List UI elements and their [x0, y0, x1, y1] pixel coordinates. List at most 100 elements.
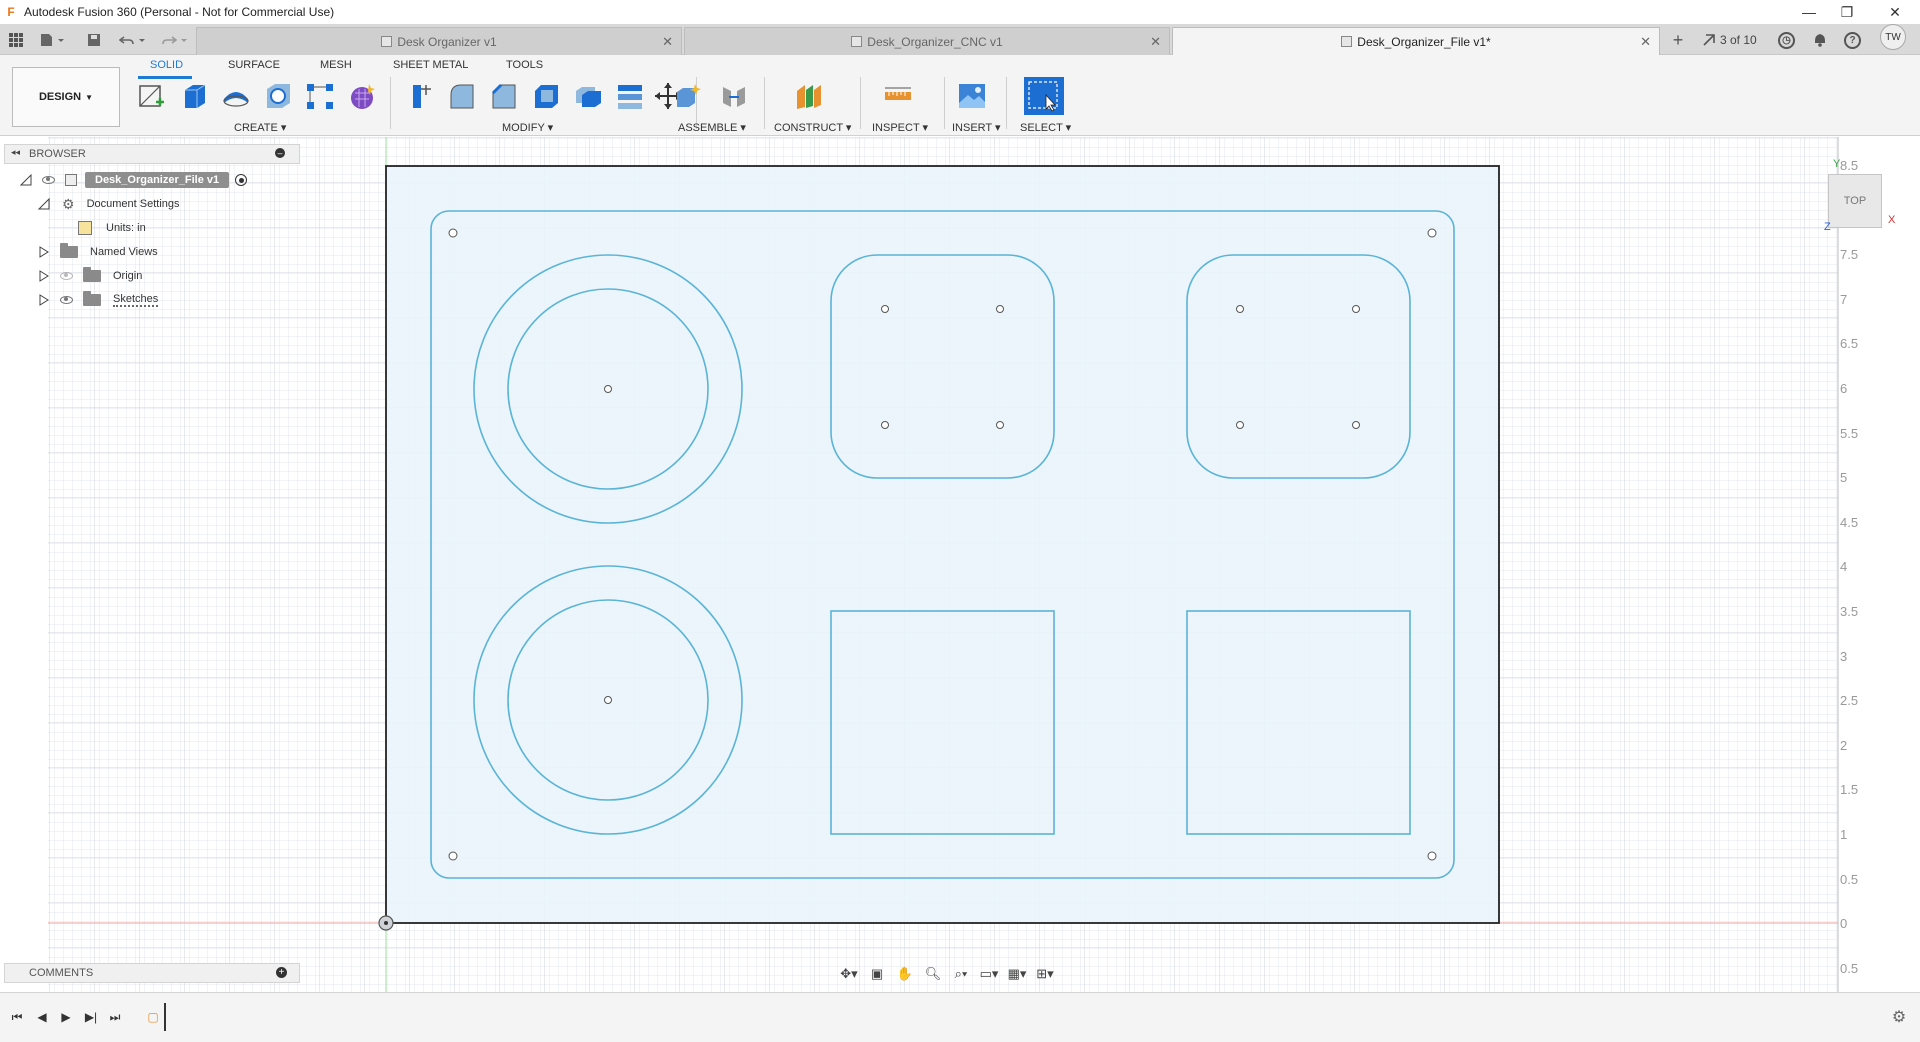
- go-to-end-icon[interactable]: ⏭: [106, 1008, 124, 1026]
- timeline-settings-gear-icon[interactable]: ⚙: [1890, 1008, 1908, 1026]
- visibility-eye-icon[interactable]: [42, 176, 55, 184]
- notifications-bell-icon[interactable]: [1812, 30, 1828, 50]
- step-back-icon[interactable]: ◀: [33, 1008, 51, 1026]
- job-status[interactable]: 3 of 10: [1702, 30, 1757, 50]
- orbit-icon[interactable]: ✥▾: [838, 964, 860, 984]
- combine-tool[interactable]: [572, 79, 604, 113]
- sketch-point[interactable]: [996, 421, 1004, 429]
- browser-item-origin[interactable]: Origin: [38, 266, 142, 286]
- create-form-tool[interactable]: [346, 79, 378, 113]
- tab-close-icon[interactable]: ✕: [1640, 34, 1651, 50]
- hole-tool[interactable]: [262, 79, 294, 113]
- shell-tool[interactable]: [530, 79, 562, 113]
- inspect-menu[interactable]: INSPECT ▾: [872, 121, 928, 134]
- tab-solid[interactable]: SOLID: [150, 59, 183, 71]
- display-settings-icon[interactable]: ▭▾: [978, 964, 1000, 984]
- browser-item-named-views[interactable]: Named Views: [38, 242, 158, 262]
- tab-surface[interactable]: SURFACE: [228, 59, 280, 71]
- revolve-tool[interactable]: [220, 79, 252, 113]
- comments-panel[interactable]: COMMENTS +: [4, 963, 300, 983]
- joint-tool[interactable]: [718, 79, 750, 113]
- workspace-switcher[interactable]: DESIGN ▼: [12, 67, 120, 127]
- help-icon[interactable]: ?: [1844, 30, 1861, 50]
- sketch-point[interactable]: [881, 421, 889, 429]
- tab-close-icon[interactable]: ✕: [1150, 34, 1161, 50]
- save-icon[interactable]: [84, 30, 104, 50]
- step-forward-icon[interactable]: ▶|: [82, 1008, 100, 1026]
- tab-tools[interactable]: TOOLS: [506, 59, 543, 71]
- chamfer-tool[interactable]: [488, 79, 520, 113]
- close-window-button[interactable]: ✕: [1872, 0, 1918, 24]
- online-status-icon[interactable]: ◷: [1778, 30, 1795, 50]
- corner-hole[interactable]: [1427, 228, 1437, 238]
- go-to-start-icon[interactable]: ⏮: [8, 1008, 26, 1026]
- tab-close-icon[interactable]: ✕: [662, 34, 673, 50]
- rectangular-pattern-tool[interactable]: [304, 79, 336, 113]
- insert-menu[interactable]: INSERT ▾: [952, 121, 1001, 134]
- activate-radio-icon[interactable]: [235, 174, 248, 186]
- expand-triangle-icon[interactable]: [38, 198, 50, 210]
- sketch-point[interactable]: [1236, 305, 1244, 313]
- browser-item-sketches[interactable]: Sketches: [38, 290, 159, 310]
- fillet-tool[interactable]: [446, 79, 478, 113]
- fit-zoom-icon[interactable]: ⌕▾: [950, 964, 972, 984]
- add-comment-icon[interactable]: +: [276, 967, 287, 978]
- expand-triangle-icon[interactable]: [38, 246, 50, 258]
- root-component-label[interactable]: Desk_Organizer_File v1: [85, 172, 230, 188]
- new-component-tool[interactable]: [672, 79, 704, 113]
- pan-hand-icon[interactable]: ✋: [894, 964, 916, 984]
- user-avatar[interactable]: TW: [1880, 24, 1906, 50]
- modify-menu[interactable]: MODIFY ▾: [502, 121, 553, 134]
- file-menu-icon[interactable]: [36, 30, 70, 50]
- collapse-panel-icon[interactable]: ◂◂: [11, 147, 20, 158]
- center-point[interactable]: [604, 385, 612, 393]
- tab-desk-organizer-cnc[interactable]: Desk_Organizer_CNC v1 ✕: [684, 27, 1170, 55]
- visibility-eye-icon[interactable]: [60, 296, 73, 304]
- viewports-icon[interactable]: ⊞▾: [1034, 964, 1056, 984]
- sketch-point[interactable]: [881, 305, 889, 313]
- measure-tool[interactable]: [882, 79, 914, 113]
- expand-triangle-icon[interactable]: [38, 294, 50, 306]
- maximize-button[interactable]: ❐: [1824, 0, 1870, 24]
- press-pull-tool[interactable]: [404, 79, 436, 113]
- sketch-feature-icon[interactable]: ▢: [144, 1008, 162, 1026]
- corner-hole[interactable]: [1427, 851, 1437, 861]
- tab-mesh[interactable]: MESH: [320, 59, 352, 71]
- sketch-point[interactable]: [996, 305, 1004, 313]
- timeline-marker[interactable]: [164, 1003, 166, 1031]
- create-menu[interactable]: CREATE ▾: [234, 121, 286, 134]
- tab-sheet-metal[interactable]: SHEET METAL: [393, 59, 468, 71]
- sketch-point[interactable]: [1352, 305, 1360, 313]
- zoom-icon[interactable]: 🔍︎: [922, 964, 944, 984]
- pin-panel-icon[interactable]: –: [275, 148, 285, 158]
- new-tab-button[interactable]: +: [1666, 30, 1690, 50]
- sketch-point[interactable]: [1236, 421, 1244, 429]
- sketch-point[interactable]: [1352, 421, 1360, 429]
- expand-triangle-icon[interactable]: [20, 174, 32, 186]
- align-tool[interactable]: [614, 79, 646, 113]
- browser-root[interactable]: Desk_Organizer_File v1: [20, 170, 248, 190]
- corner-hole[interactable]: [448, 851, 458, 861]
- browser-header[interactable]: ◂◂ BROWSER –: [4, 144, 300, 164]
- stock-plate[interactable]: [385, 165, 1500, 924]
- offset-plane-tool[interactable]: [792, 79, 824, 113]
- play-icon[interactable]: ▶: [57, 1008, 75, 1026]
- look-at-icon[interactable]: ▣: [866, 964, 888, 984]
- visibility-eye-icon[interactable]: [60, 272, 73, 280]
- select-menu[interactable]: SELECT ▾: [1020, 121, 1071, 134]
- insert-canvas-tool[interactable]: [956, 79, 988, 113]
- create-sketch-tool[interactable]: [136, 79, 168, 113]
- tab-desk-organizer[interactable]: Desk Organizer v1 ✕: [196, 27, 682, 55]
- grid-settings-icon[interactable]: ▦▾: [1006, 964, 1028, 984]
- tab-desk-organizer-file[interactable]: Desk_Organizer_File v1* ✕: [1172, 27, 1660, 55]
- assemble-menu[interactable]: ASSEMBLE ▾: [678, 121, 746, 134]
- construct-menu[interactable]: CONSTRUCT ▾: [774, 121, 851, 134]
- browser-item-document-settings[interactable]: ⚙ Document Settings: [38, 194, 180, 214]
- corner-hole[interactable]: [448, 228, 458, 238]
- view-cube-face-top[interactable]: TOP: [1844, 195, 1866, 207]
- redo-icon[interactable]: [158, 30, 192, 50]
- undo-icon[interactable]: [116, 30, 150, 50]
- view-cube[interactable]: TOP: [1828, 174, 1882, 228]
- extrude-tool[interactable]: [178, 79, 210, 113]
- browser-item-units[interactable]: Units: in: [78, 218, 146, 238]
